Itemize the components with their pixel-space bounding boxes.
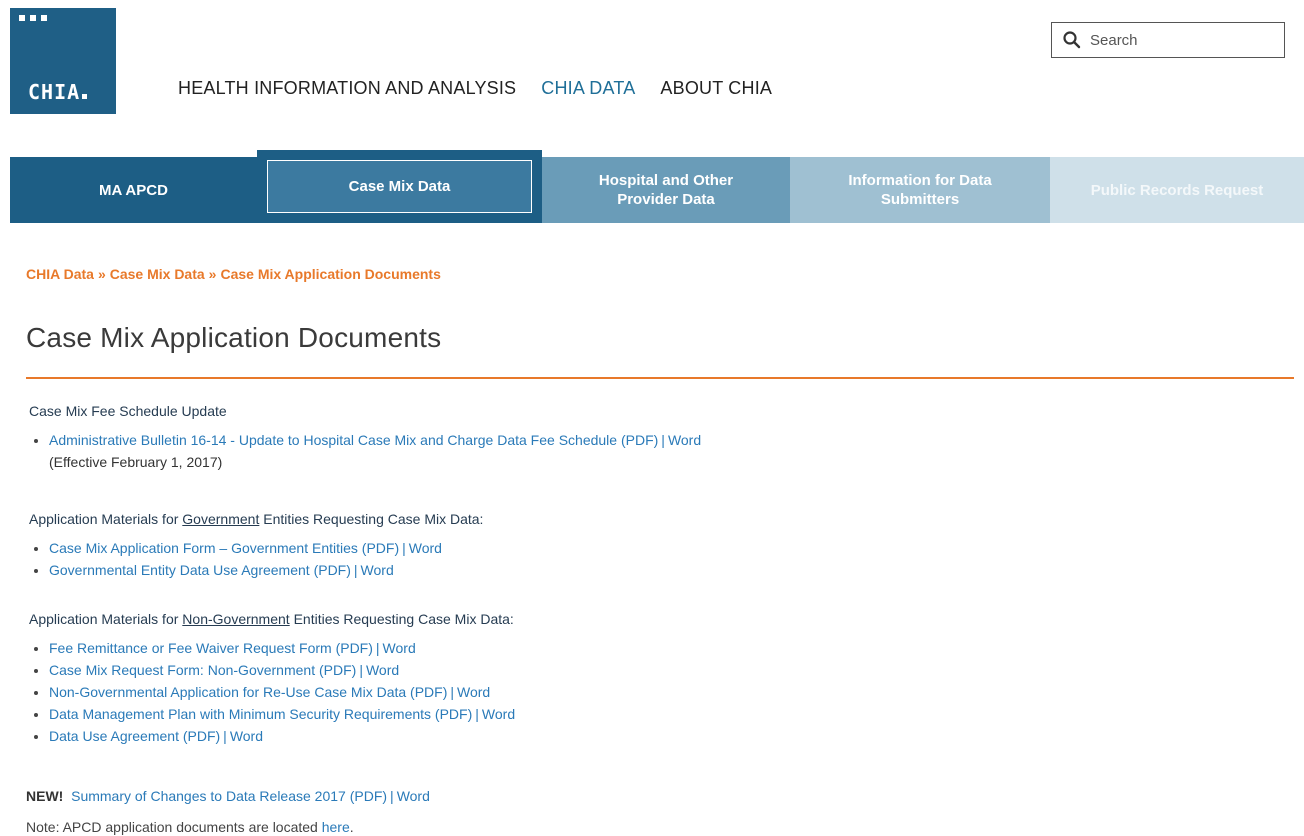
logo-dots bbox=[19, 15, 47, 21]
separator: | bbox=[450, 684, 455, 700]
nav-about-chia[interactable]: ABOUT CHIA bbox=[660, 78, 772, 99]
title-divider bbox=[26, 377, 1294, 379]
pdf-link[interactable]: Data Management Plan with Minimum Securi… bbox=[49, 706, 472, 722]
pdf-link[interactable]: Governmental Entity Data Use Agreement (… bbox=[49, 562, 351, 578]
list-item: Fee Remittance or Fee Waiver Request For… bbox=[29, 637, 515, 659]
list-item: Case Mix Application Form – Government E… bbox=[29, 537, 483, 559]
government-section: Application Materials for Government Ent… bbox=[29, 511, 483, 581]
section-tabs: MA APCD Case Mix Data Hospital and Other… bbox=[10, 150, 1304, 223]
list-item: Administrative Bulletin 16-14 - Update t… bbox=[29, 429, 701, 473]
tab-hospital-provider-data[interactable]: Hospital and Other Provider Data bbox=[542, 157, 790, 223]
pdf-link[interactable]: Case Mix Application Form – Government E… bbox=[49, 540, 399, 556]
chia-logo[interactable]: CHIA bbox=[10, 8, 116, 114]
word-link[interactable]: Word bbox=[397, 788, 430, 804]
nav-chia-data[interactable]: CHIA DATA bbox=[541, 78, 635, 99]
heading-text: Entities Requesting Case Mix Data: bbox=[259, 511, 484, 527]
pdf-link[interactable]: Administrative Bulletin 16-14 - Update t… bbox=[49, 432, 658, 448]
separator: | bbox=[375, 640, 380, 656]
pdf-link[interactable]: Fee Remittance or Fee Waiver Request For… bbox=[49, 640, 373, 656]
nav-health-information-and-analysis[interactable]: HEALTH INFORMATION AND ANALYSIS bbox=[178, 78, 516, 99]
word-link[interactable]: Word bbox=[366, 662, 399, 678]
breadcrumb-case-mix-data[interactable]: Case Mix Data bbox=[110, 266, 205, 282]
section-heading: Application Materials for Government Ent… bbox=[29, 511, 483, 527]
non-government-section: Application Materials for Non-Government… bbox=[29, 611, 515, 747]
tab-label: Public Records Request bbox=[1090, 181, 1264, 199]
logo-text: CHIA bbox=[28, 80, 88, 104]
word-link[interactable]: Word bbox=[668, 432, 701, 448]
new-badge: NEW! bbox=[26, 788, 64, 804]
word-link[interactable]: Word bbox=[361, 562, 394, 578]
search-box[interactable] bbox=[1051, 22, 1285, 58]
pdf-link[interactable]: Summary of Changes to Data Release 2017 … bbox=[71, 788, 387, 804]
tab-ma-apcd[interactable]: MA APCD bbox=[10, 157, 257, 223]
section-heading: Case Mix Fee Schedule Update bbox=[29, 403, 227, 419]
list-item: Data Management Plan with Minimum Securi… bbox=[29, 703, 515, 725]
separator: | bbox=[475, 706, 479, 722]
effective-date: (Effective February 1, 2017) bbox=[49, 454, 223, 470]
list-item: Governmental Entity Data Use Agreement (… bbox=[29, 559, 483, 581]
breadcrumb-chia-data[interactable]: CHIA Data bbox=[26, 266, 94, 282]
pdf-link[interactable]: Data Use Agreement (PDF) bbox=[49, 728, 220, 744]
word-link[interactable]: Word bbox=[383, 640, 416, 656]
list-item: Case Mix Request Form: Non-Government (P… bbox=[29, 659, 515, 681]
heading-text: Application Materials for bbox=[29, 611, 183, 627]
heading-emphasis: Non-Government bbox=[182, 611, 290, 627]
search-input[interactable] bbox=[1088, 30, 1272, 50]
tab-label: MA APCD bbox=[99, 181, 168, 199]
list-item: Non-Governmental Application for Re-Use … bbox=[29, 681, 515, 703]
tab-label: Hospital and Other Provider Data bbox=[598, 172, 734, 208]
word-link[interactable]: Word bbox=[482, 706, 515, 722]
list-item: Data Use Agreement (PDF) | Word bbox=[29, 725, 515, 747]
separator: | bbox=[223, 728, 227, 744]
word-link[interactable]: Word bbox=[457, 684, 490, 700]
breadcrumb-current: Case Mix Application Documents bbox=[220, 266, 441, 282]
tab-case-mix-data[interactable]: Case Mix Data bbox=[257, 150, 542, 223]
note-end: . bbox=[349, 819, 354, 835]
word-link[interactable]: Word bbox=[409, 540, 442, 556]
top-navigation: HEALTH INFORMATION AND ANALYSIS CHIA DAT… bbox=[178, 78, 797, 99]
tab-active-frame: Case Mix Data bbox=[267, 160, 532, 213]
tab-public-records-request[interactable]: Public Records Request bbox=[1050, 157, 1304, 223]
tab-information-for-data-submitters[interactable]: Information for Data Submitters bbox=[790, 157, 1050, 223]
new-summary-line: NEW! Summary of Changes to Data Release … bbox=[26, 788, 430, 804]
word-link[interactable]: Word bbox=[230, 728, 263, 744]
heading-text: Entities Requesting Case Mix Data: bbox=[289, 611, 514, 627]
apcd-note: Note: APCD application documents are loc… bbox=[26, 819, 354, 835]
page-title: Case Mix Application Documents bbox=[26, 322, 442, 353]
pdf-link[interactable]: Case Mix Request Form: Non-Government (P… bbox=[49, 662, 356, 678]
pdf-link[interactable]: Non-Governmental Application for Re-Use … bbox=[49, 684, 447, 700]
section-heading: Application Materials for Non-Government… bbox=[29, 611, 515, 627]
here-link[interactable]: here bbox=[322, 819, 350, 835]
tab-label: Case Mix Data bbox=[348, 178, 451, 195]
heading-text: Application Materials for bbox=[29, 511, 183, 527]
separator: | bbox=[390, 788, 394, 804]
note-text: Note: APCD application documents are loc… bbox=[26, 819, 322, 835]
breadcrumb-separator: » bbox=[97, 266, 106, 282]
search-icon[interactable] bbox=[1062, 30, 1082, 50]
fee-schedule-section: Case Mix Fee Schedule Update Administrat… bbox=[29, 403, 701, 473]
heading-emphasis: Government bbox=[182, 511, 260, 527]
breadcrumb: CHIA Data» Case Mix Data» Case Mix Applica… bbox=[26, 266, 441, 282]
breadcrumb-separator: » bbox=[208, 266, 217, 282]
separator: | bbox=[661, 432, 665, 448]
separator: | bbox=[402, 540, 406, 556]
tab-label: Information for Data Submitters bbox=[848, 172, 992, 208]
separator: | bbox=[353, 562, 358, 578]
separator: | bbox=[359, 662, 363, 678]
